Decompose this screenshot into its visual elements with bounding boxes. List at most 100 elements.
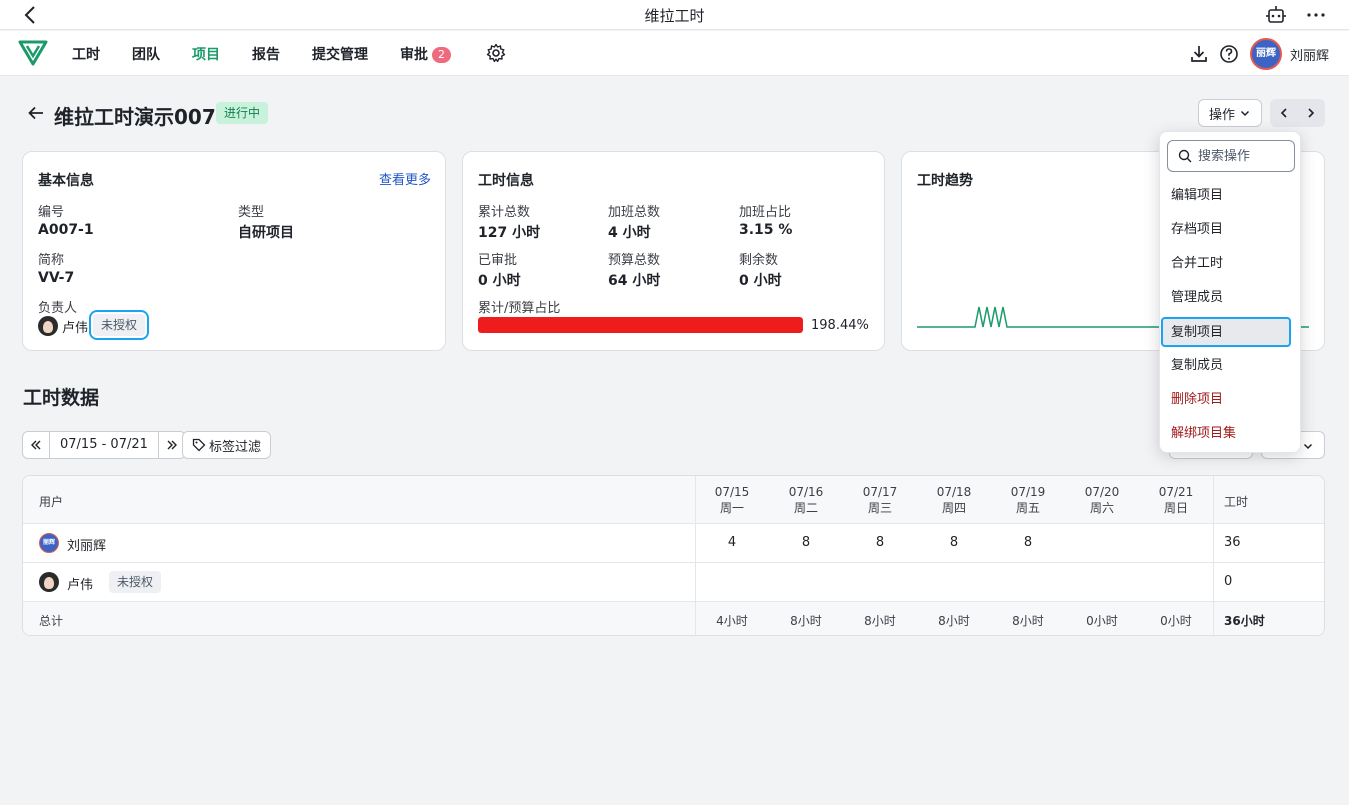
- copy-project-item[interactable]: 复制项目: [1161, 317, 1291, 347]
- hours-info-title: 工时信息: [478, 173, 534, 189]
- nav-submission[interactable]: 提交管理: [312, 44, 368, 64]
- table-header-row: 用户 07/15 周一 07/16 周二 07/17 周三 07/18 周四 07/19…: [23, 476, 1324, 524]
- app-logo-icon[interactable]: [18, 40, 48, 66]
- type-label: 类型: [238, 205, 265, 220]
- table-row[interactable]: 卢伟 未授权 0: [23, 563, 1324, 602]
- approved-value: 0 小时: [478, 273, 521, 289]
- owner-avatar: [38, 316, 58, 336]
- row-day-value[interactable]: 8: [843, 535, 917, 550]
- robot-icon[interactable]: [1265, 4, 1287, 26]
- day-weekday: 周三: [867, 501, 892, 515]
- column-divider: [1213, 476, 1214, 635]
- overtime-ratio-label: 加班占比: [739, 205, 792, 220]
- day-header: 07/20 周六: [1065, 485, 1139, 516]
- row-day-value[interactable]: 8: [917, 535, 991, 550]
- budget-ratio-value: 198.44%: [811, 318, 869, 333]
- day-weekday: 周二: [793, 501, 818, 515]
- row-day-value[interactable]: 8: [991, 535, 1065, 550]
- hours-info-card: 工时信息 累计总数 127 小时 加班总数 4 小时 加班占比 3.15 % 已…: [462, 151, 885, 351]
- day-date: 07/17: [862, 485, 898, 499]
- nav-reports[interactable]: 报告: [252, 44, 280, 64]
- total-hours-value: 127 小时: [478, 225, 541, 241]
- user-name[interactable]: 刘丽辉: [1290, 45, 1329, 64]
- user-avatar[interactable]: 丽辉: [1250, 38, 1282, 70]
- owner-unauthorized-tag[interactable]: 未授权: [88, 310, 150, 340]
- budget-label: 预算总数: [608, 253, 661, 268]
- budget-progress-fill: [478, 317, 803, 333]
- nav-projects[interactable]: 项目: [192, 44, 220, 64]
- approved-label: 已审批: [478, 253, 518, 268]
- overtime-ratio-value: 3.15 %: [739, 222, 793, 238]
- page-back-arrow-icon[interactable]: [26, 103, 46, 123]
- delete-project-item[interactable]: 删除项目: [1160, 383, 1302, 417]
- row-user-name: 刘丽辉: [67, 539, 107, 554]
- nav-hours[interactable]: 工时: [72, 44, 100, 64]
- section-title: 工时数据: [23, 387, 100, 409]
- nav-team[interactable]: 团队: [132, 44, 160, 64]
- download-icon[interactable]: [1189, 44, 1209, 64]
- basic-info-card: 基本信息 查看更多 编号 A007-1 类型 自研项目 简称 VV-7 负责人 …: [22, 151, 446, 351]
- nav-approval[interactable]: 审批 2: [400, 44, 451, 64]
- approval-count-badge: 2: [432, 47, 451, 63]
- row-day-value[interactable]: 8: [769, 535, 843, 550]
- date-range-picker: 07/15 - 07/21: [22, 431, 186, 459]
- user-column-header: 用户: [39, 495, 64, 509]
- table-footer-row: 总计 4小时 8小时 8小时 8小时 8小时 0小时 0小时 36小时: [23, 602, 1324, 635]
- nav-approval-label: 审批: [400, 47, 428, 63]
- day-date: 07/15: [714, 485, 750, 499]
- row-day-value[interactable]: 4: [695, 535, 769, 550]
- chevron-down-icon: [1303, 443, 1313, 450]
- more-icon[interactable]: [1305, 4, 1327, 26]
- footer-day-total: 8小时: [938, 614, 970, 628]
- row-unauthorized-tag: 未授权: [109, 571, 162, 593]
- project-title: 维拉工时演示007: [54, 105, 216, 129]
- day-date: 07/20: [1084, 485, 1120, 499]
- budget-progress-bar: [478, 317, 803, 333]
- basic-info-title: 基本信息: [38, 173, 94, 189]
- day-header: 07/18 周四: [917, 485, 991, 516]
- budget-value: 64 小时: [608, 273, 661, 289]
- unbind-project-set-item[interactable]: 解绑项目集: [1160, 417, 1302, 451]
- overtime-value: 4 小时: [608, 225, 651, 241]
- tag-filter-button[interactable]: 标签过滤: [182, 431, 272, 459]
- footer-total: 36小时: [1224, 614, 1265, 628]
- table-row[interactable]: 丽辉 刘丽辉 4 8 8 8 8 36: [23, 524, 1324, 563]
- remaining-label: 剩余数: [739, 253, 779, 268]
- footer-day-total: 8小时: [1012, 614, 1044, 628]
- budget-ratio-label: 累计/预算占比: [478, 301, 561, 316]
- operation-search-input[interactable]: [1198, 148, 1288, 164]
- chevron-left-icon: [1280, 108, 1287, 118]
- manage-members-item[interactable]: 管理成员: [1160, 281, 1302, 315]
- prev-project-button[interactable]: [1270, 99, 1298, 127]
- day-header: 07/15 周一: [695, 485, 769, 516]
- edit-project-item[interactable]: 编辑项目: [1160, 179, 1302, 213]
- next-project-button[interactable]: [1298, 99, 1326, 127]
- operation-search-box[interactable]: [1167, 140, 1295, 172]
- row-user-avatar: 丽辉: [39, 533, 59, 553]
- footer-day-total: 8小时: [790, 614, 822, 628]
- archive-project-item[interactable]: 存档项目: [1160, 213, 1302, 247]
- day-header: 07/21 周日: [1139, 485, 1213, 516]
- row-total: 36: [1224, 535, 1241, 550]
- footer-day-total: 0小时: [1160, 614, 1192, 628]
- copy-members-item[interactable]: 复制成员: [1160, 349, 1302, 383]
- double-chevron-left-icon: [31, 440, 41, 450]
- row-total: 0: [1224, 574, 1233, 589]
- short-name-value: VV-7: [38, 270, 75, 286]
- prev-week-button[interactable]: [23, 432, 49, 458]
- day-date: 07/18: [936, 485, 972, 499]
- project-pager: [1270, 99, 1325, 127]
- project-status-badge: 进行中: [216, 102, 269, 124]
- operations-label: 操作: [1208, 107, 1235, 123]
- view-more-link[interactable]: 查看更多: [379, 169, 431, 188]
- day-date: 07/19: [1010, 485, 1046, 499]
- settings-gear-icon[interactable]: [486, 43, 506, 63]
- next-week-button[interactable]: [159, 432, 185, 458]
- day-weekday: 周六: [1089, 501, 1114, 515]
- operations-button[interactable]: 操作: [1198, 99, 1262, 127]
- help-icon[interactable]: [1219, 44, 1239, 64]
- main-nav: 工时 团队 项目 报告 提交管理 审批 2 丽辉 刘丽辉: [0, 31, 1349, 76]
- merge-hours-item[interactable]: 合并工时: [1160, 247, 1302, 281]
- date-range-value[interactable]: 07/15 - 07/21: [49, 432, 159, 458]
- remaining-value: 0 小时: [739, 273, 782, 289]
